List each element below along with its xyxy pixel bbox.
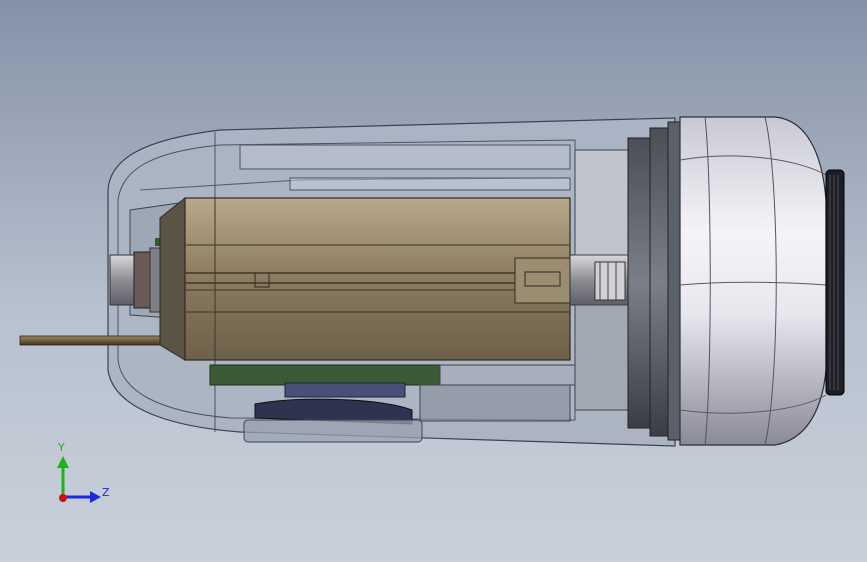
cad-model-view[interactable] xyxy=(0,0,867,562)
gear-coupling[interactable] xyxy=(569,149,631,411)
gear-ring-icon[interactable] xyxy=(627,121,681,441)
y-axis-label: Y xyxy=(58,441,65,454)
end-cap-icon[interactable] xyxy=(679,116,845,446)
z-axis-label: Z xyxy=(102,486,110,499)
cad-viewport[interactable]: Y Z xyxy=(0,0,867,562)
motor-assembly-icon[interactable] xyxy=(159,197,576,361)
